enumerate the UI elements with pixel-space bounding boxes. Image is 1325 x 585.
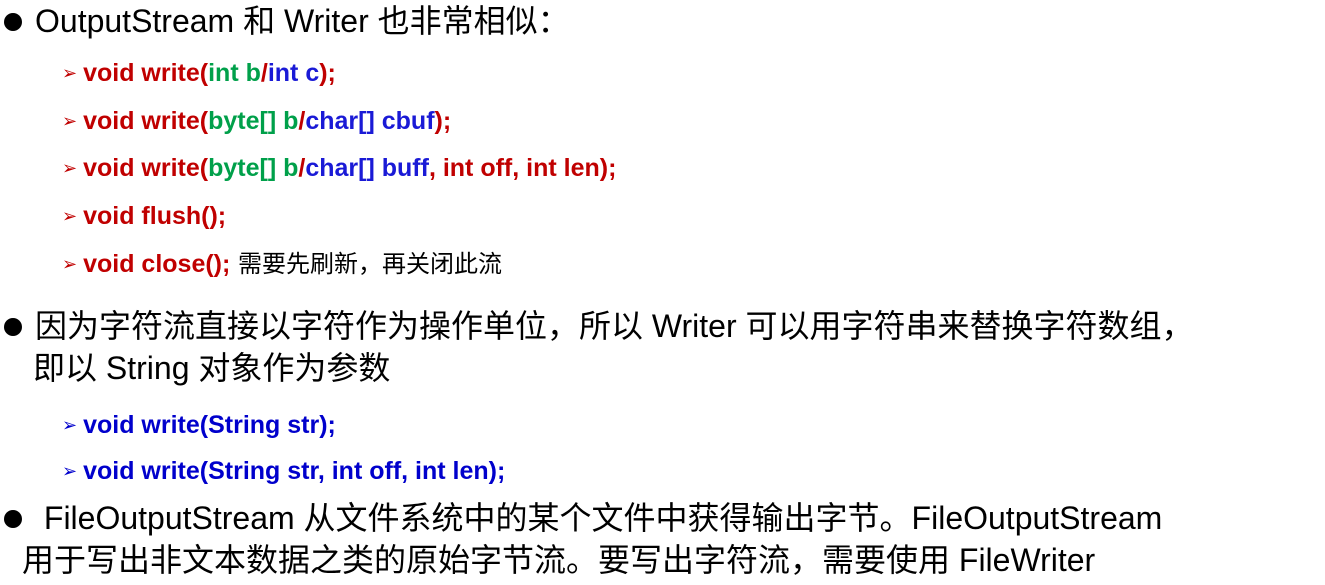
method-text: void write( (83, 107, 209, 135)
method-param: int c (267, 59, 320, 87)
method-text: void close(); (83, 250, 231, 278)
method-text: void write( (83, 154, 209, 182)
bullet-text: 因为字符流直接以字符作为操作单位，所以 Writer 可以用字符串来替换字符数组… (35, 308, 1194, 344)
arrow-right-icon: ➢ (62, 158, 78, 178)
method-text: void flush(); (83, 202, 227, 230)
bullet-dot-icon (4, 12, 22, 31)
method-param: int b (208, 59, 261, 87)
method-text: ); (434, 107, 452, 135)
method-item: ➢ void write(String str, int off, int len… (62, 456, 505, 488)
method-text: void write(String str); (83, 411, 336, 439)
method-item: ➢ void flush(); (62, 201, 226, 233)
method-item: ➢ void close(); 需要先刷新，再关闭此流 (62, 249, 502, 281)
bullet-block-3: FileOutputStream 从文件系统中的某个文件中获得输出字节。File… (0, 497, 1325, 581)
bullet-dot-icon (4, 317, 22, 336)
method-param: char[] buff (305, 154, 429, 182)
method-item: ➢ void write(byte[] b/char[] buff, int of… (62, 153, 616, 185)
method-item: ➢ void write(String str); (62, 410, 336, 442)
method-note: 需要先刷新，再关闭此流 (230, 250, 502, 278)
bullet-line: 因为字符流直接以字符作为操作单位，所以 Writer 可以用字符串来替换字符数组… (0, 305, 1325, 347)
method-item: ➢ void write(int b/int c); (62, 58, 336, 90)
bullet-line: OutputStream 和 Writer 也非常相似： (0, 0, 1325, 42)
bullet-block-2: 因为字符流直接以字符作为操作单位，所以 Writer 可以用字符串来替换字符数组… (0, 305, 1325, 389)
bullet-dot-icon (4, 509, 22, 528)
arrow-right-icon: ➢ (62, 461, 78, 481)
arrow-right-icon: ➢ (62, 254, 78, 274)
method-text: ); (319, 59, 336, 87)
method-param: byte[] b (208, 154, 299, 182)
bullet-continuation: 即以 String 对象作为参数 (33, 350, 391, 386)
arrow-right-icon: ➢ (62, 206, 78, 226)
method-param: char[] cbuf (305, 107, 435, 135)
method-text: void write( (83, 59, 209, 87)
arrow-right-icon: ➢ (62, 111, 78, 131)
method-text: , int off, int len); (428, 154, 617, 182)
method-text: void write(String str, int off, int len)… (83, 457, 506, 485)
method-item: ➢ void write(byte[] b/char[] cbuf); (62, 106, 451, 138)
bullet-text: FileOutputStream 从文件系统中的某个文件中获得输出字节。File… (35, 500, 1163, 536)
slide: OutputStream 和 Writer 也非常相似： ➢ void write… (0, 0, 1325, 585)
method-sep: / (260, 59, 268, 87)
bullet-block-1: OutputStream 和 Writer 也非常相似： (0, 0, 1325, 42)
method-param: byte[] b (208, 107, 299, 135)
arrow-right-icon: ➢ (62, 63, 78, 83)
bullet-continuation: 用于写出非文本数据之类的原始字节流。要写出字符流，需要使用 FileWriter (22, 542, 1096, 578)
bullet-text: OutputStream 和 Writer 也非常相似： (35, 3, 570, 39)
arrow-right-icon: ➢ (62, 415, 78, 435)
bullet-line: FileOutputStream 从文件系统中的某个文件中获得输出字节。File… (0, 497, 1325, 539)
